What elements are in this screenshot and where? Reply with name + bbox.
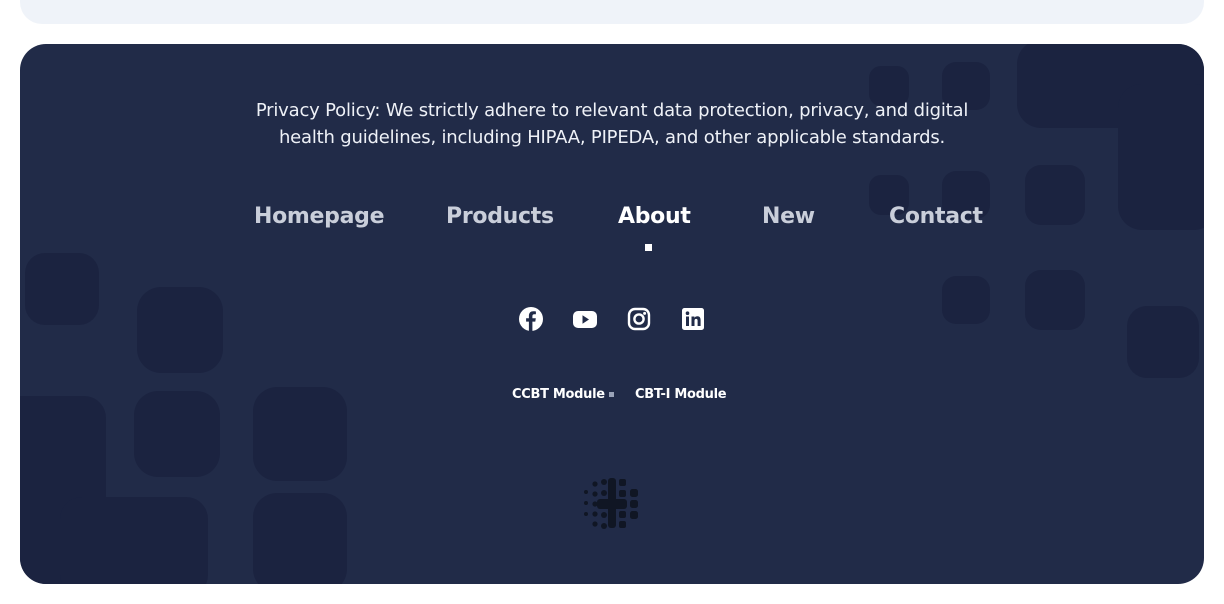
decorative-shape: [253, 493, 347, 584]
decorative-shape: [1025, 165, 1085, 225]
nav-link-about[interactable]: About: [618, 204, 691, 229]
decorative-shape: [1127, 306, 1199, 378]
ccbt-module-link[interactable]: CCBT Module: [512, 387, 605, 402]
decorative-shape: [1025, 270, 1085, 330]
instagram-icon[interactable]: [626, 306, 652, 332]
cbti-module-link[interactable]: CBT-I Module: [635, 387, 727, 402]
decorative-shape: [60, 497, 208, 584]
brand-logo: [582, 476, 642, 530]
nav-link-new[interactable]: New: [762, 204, 815, 229]
decorative-shape: [942, 276, 990, 324]
decorative-shape: [137, 287, 223, 373]
top-card: [20, 0, 1204, 24]
nav-link-contact[interactable]: Contact: [889, 204, 983, 229]
social-links: [518, 306, 718, 332]
nav-link-homepage[interactable]: Homepage: [254, 204, 385, 229]
decorative-shape: [25, 253, 99, 325]
privacy-policy-label: Privacy Policy: We strictly adhere to re…: [255, 100, 969, 148]
active-nav-indicator: [645, 244, 652, 251]
module-links: CCBT Module CBT-I Module: [20, 387, 1204, 407]
facebook-icon[interactable]: [518, 306, 544, 332]
linkedin-icon[interactable]: [680, 306, 706, 332]
youtube-icon[interactable]: [572, 306, 598, 332]
link-separator: [609, 392, 614, 397]
nav-link-products[interactable]: Products: [446, 204, 554, 229]
footer-nav: Homepage Products About New Contact: [254, 204, 983, 244]
site-footer: Privacy Policy: We strictly adhere to re…: [20, 44, 1204, 584]
privacy-policy-text: Privacy Policy: We strictly adhere to re…: [20, 97, 1204, 151]
